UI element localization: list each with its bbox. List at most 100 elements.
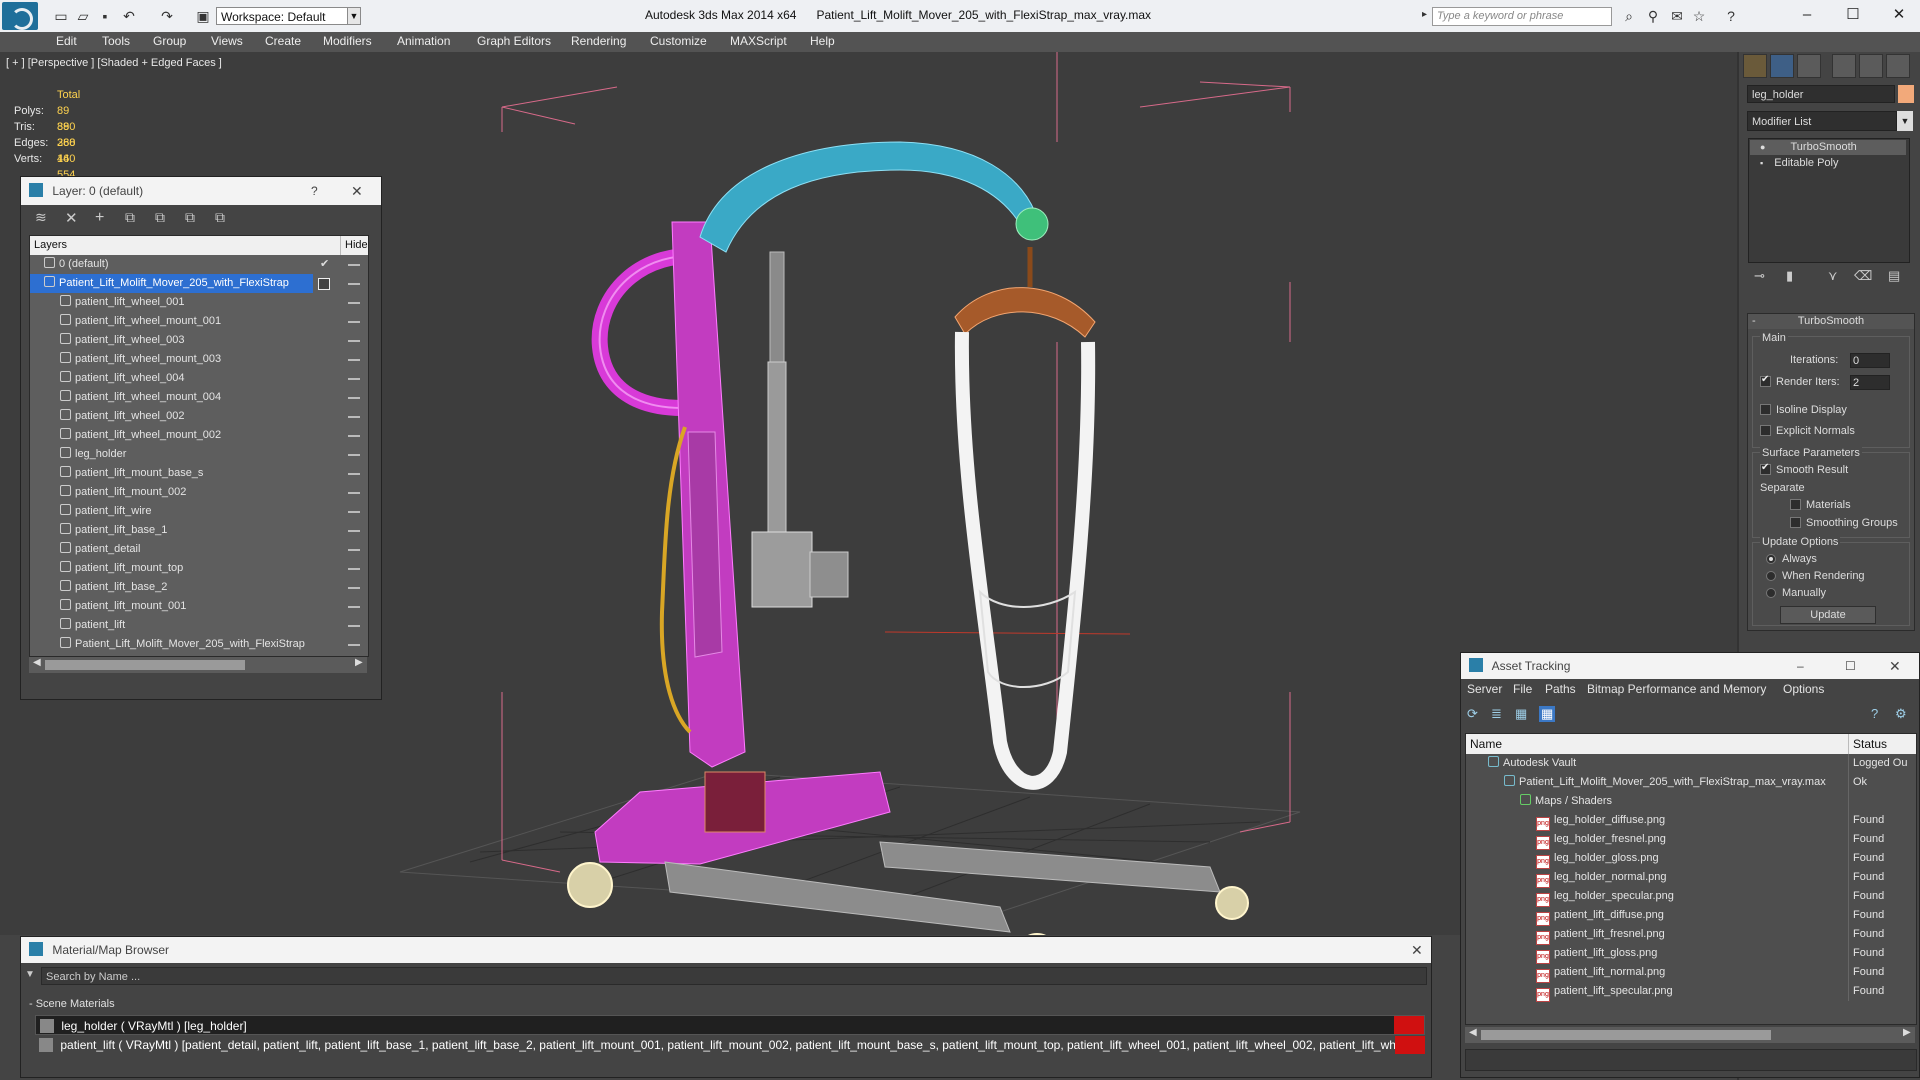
asset-row[interactable]: png patient_lift_fresnel.png Found xyxy=(1466,925,1916,945)
asset-row[interactable]: Autodesk Vault Logged Ou xyxy=(1466,754,1916,773)
asset-menu-server[interactable]: Server xyxy=(1467,682,1502,696)
asset-status-field[interactable] xyxy=(1465,1049,1917,1071)
freeze-all-icon[interactable]: ⧉ xyxy=(215,209,225,226)
hierarchy-tab-icon[interactable] xyxy=(1797,54,1821,78)
asset-menu-paths[interactable]: Paths xyxy=(1545,682,1576,696)
close-icon[interactable]: ✕ xyxy=(351,177,363,205)
render-iters-spinner[interactable]: 2 xyxy=(1850,375,1890,390)
layer-row[interactable]: Patient_Lift_Molift_Mover_205_with_Flexi… xyxy=(30,635,368,654)
asset-row[interactable]: png patient_lift_specular.png Found xyxy=(1466,982,1916,1002)
menu-edit[interactable]: Edit xyxy=(56,34,77,48)
remove-modifier-icon[interactable]: ⌫ xyxy=(1854,268,1872,284)
communication-icon[interactable]: ✉ xyxy=(1668,7,1686,25)
layer-row[interactable]: patient_lift_mount_001 xyxy=(30,597,368,616)
update-button[interactable]: Update xyxy=(1780,606,1876,624)
delete-layer-icon[interactable]: ✕ xyxy=(65,209,78,227)
isoline-checkbox[interactable] xyxy=(1760,404,1771,415)
asset-row[interactable]: png leg_holder_gloss.png Found xyxy=(1466,849,1916,869)
chevron-down-icon[interactable]: ▼ xyxy=(347,7,361,25)
layer-row[interactable]: patient_lift_wheel_mount_001 xyxy=(30,312,368,331)
layer-row[interactable]: patient_lift_wheel_mount_002 xyxy=(30,426,368,445)
material-row-patient-lift[interactable]: patient_lift ( VRayMtl ) [patient_detail… xyxy=(35,1035,1425,1055)
layer-row[interactable]: patient_lift_wheel_003 xyxy=(30,331,368,350)
scroll-right-icon[interactable]: ▶ xyxy=(1903,1027,1911,1038)
rollout-header[interactable]: - TurboSmooth xyxy=(1748,314,1914,329)
manually-radio[interactable] xyxy=(1766,588,1776,598)
settings-icon[interactable]: ⚙ xyxy=(1895,706,1907,722)
col-name[interactable]: Name xyxy=(1470,734,1502,754)
favorites-icon[interactable]: ☆ xyxy=(1690,7,1708,25)
scroll-thumb[interactable] xyxy=(45,660,245,670)
horizontal-scrollbar[interactable]: ◀ ▶ xyxy=(1465,1027,1915,1043)
hide-toggle-icon[interactable] xyxy=(348,359,360,361)
pin-stack-icon[interactable]: ⊸ xyxy=(1754,268,1765,284)
hide-toggle-icon[interactable] xyxy=(348,606,360,608)
layer-row[interactable]: patient_lift xyxy=(30,616,368,635)
menu-modifiers[interactable]: Modifiers xyxy=(323,34,372,48)
menu-maxscript[interactable]: MAXScript xyxy=(730,34,787,48)
stack-item-editable-poly[interactable]: ▪ Editable Poly xyxy=(1750,156,1906,171)
layer-row[interactable]: patient_lift_wheel_mount_004 xyxy=(30,388,368,407)
material-browser-titlebar[interactable]: Material/Map Browser ✕ xyxy=(21,937,1431,963)
stack-item-turbosmooth[interactable]: ● TurboSmooth xyxy=(1750,140,1906,155)
search-input[interactable]: Type a keyword or phrase xyxy=(1432,7,1612,26)
modifier-list-dropdown[interactable]: Modifier List xyxy=(1747,111,1897,131)
asset-row[interactable]: png leg_holder_specular.png Found xyxy=(1466,887,1916,907)
asset-row[interactable]: png patient_lift_gloss.png Found xyxy=(1466,944,1916,964)
scroll-left-icon[interactable]: ◀ xyxy=(1469,1027,1477,1038)
help-button[interactable]: ? xyxy=(311,177,318,205)
thumbnail-view-icon[interactable]: ▦ xyxy=(1515,706,1527,722)
redo-icon[interactable]: ↷ xyxy=(158,7,176,25)
asset-row[interactable]: Patient_Lift_Molift_Mover_205_with_Flexi… xyxy=(1466,773,1916,792)
search-expand-icon[interactable]: ▸ xyxy=(1422,9,1427,20)
layer-row[interactable]: patient_lift_wheel_mount_003 xyxy=(30,350,368,369)
asset-row[interactable]: png leg_holder_diffuse.png Found xyxy=(1466,811,1916,831)
layer-row[interactable]: leg_holder xyxy=(30,445,368,464)
add-to-layer-icon[interactable]: + xyxy=(95,209,104,227)
open-file-icon[interactable]: ▱ xyxy=(74,7,92,25)
layer-row[interactable]: Patient_Lift_Molift_Mover_205_with_Flexi… xyxy=(30,274,360,293)
col-hide[interactable]: Hide xyxy=(340,236,368,255)
hide-toggle-icon[interactable] xyxy=(348,473,360,475)
scene-materials-group[interactable]: - Scene Materials xyxy=(25,995,1425,1013)
table-view-icon[interactable]: ▦ xyxy=(1539,706,1556,722)
hide-toggle-icon[interactable] xyxy=(348,549,360,551)
list-view-icon[interactable]: ≣ xyxy=(1491,706,1502,722)
hide-toggle-icon[interactable] xyxy=(348,492,360,494)
smoothing-groups-checkbox[interactable] xyxy=(1790,517,1801,528)
menu-help[interactable]: Help xyxy=(810,34,835,48)
col-layers[interactable]: Layers xyxy=(34,236,67,255)
hide-toggle-icon[interactable] xyxy=(348,340,360,342)
hide-toggle-icon[interactable] xyxy=(348,511,360,513)
asset-menu-file[interactable]: File xyxy=(1513,682,1532,696)
hide-toggle-icon[interactable] xyxy=(348,378,360,380)
minimize-icon[interactable]: – xyxy=(1797,653,1804,679)
scroll-left-icon[interactable]: ◀ xyxy=(33,657,41,668)
material-row-leg-holder[interactable]: leg_holder ( VRayMtl ) [leg_holder] xyxy=(35,1015,1425,1035)
when-rendering-radio[interactable] xyxy=(1766,571,1776,581)
render-iters-checkbox[interactable] xyxy=(1760,374,1771,387)
always-radio[interactable] xyxy=(1766,554,1776,564)
hide-toggle-icon[interactable] xyxy=(348,587,360,589)
hide-toggle-icon[interactable] xyxy=(348,416,360,418)
hide-all-icon[interactable]: ⧉ xyxy=(185,209,195,226)
hide-toggle-icon[interactable] xyxy=(348,397,360,399)
asset-row[interactable]: Maps / Shaders xyxy=(1466,792,1916,811)
set-current-layer-box-icon[interactable] xyxy=(318,278,330,290)
scroll-right-icon[interactable]: ▶ xyxy=(355,657,363,668)
menu-rendering[interactable]: Rendering xyxy=(571,34,626,48)
hide-toggle-icon[interactable] xyxy=(348,454,360,456)
layer-row[interactable]: patient_lift_mount_top xyxy=(30,559,368,578)
chevron-down-icon[interactable]: ▼ xyxy=(1897,111,1913,131)
active-layer-check-icon[interactable]: ✔ xyxy=(320,255,329,274)
explicit-normals-checkbox[interactable] xyxy=(1760,425,1771,436)
layer-row[interactable]: patient_detail xyxy=(30,540,368,559)
menu-create[interactable]: Create xyxy=(265,34,301,48)
app-logo-icon[interactable] xyxy=(2,2,38,30)
close-icon[interactable]: ✕ xyxy=(1889,653,1901,679)
refresh-icon[interactable]: ⟳ xyxy=(1467,706,1478,722)
hide-toggle-icon[interactable] xyxy=(348,644,360,646)
create-tab-icon[interactable] xyxy=(1743,54,1767,78)
menu-views[interactable]: Views xyxy=(211,34,243,48)
close-icon[interactable]: ✕ xyxy=(1411,937,1423,963)
